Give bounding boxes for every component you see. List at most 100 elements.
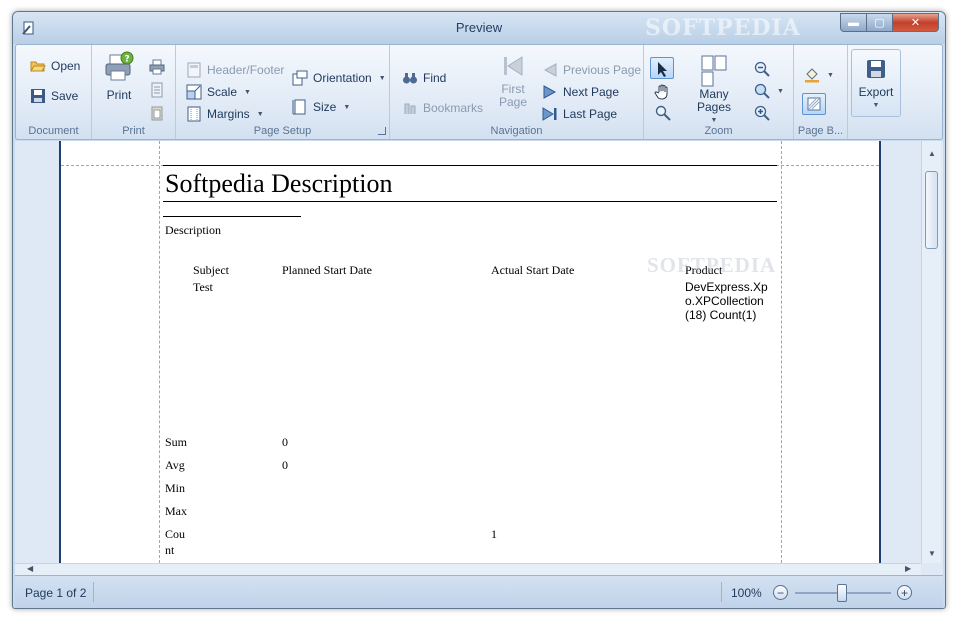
zoom-in-icon[interactable] [754, 105, 770, 121]
last-page-button[interactable]: Last Page [542, 106, 617, 122]
svg-text:?: ? [125, 55, 130, 65]
group-label-page-setup: Page Setup [253, 125, 312, 137]
vertical-scrollbar[interactable]: ▲ ▼ [921, 141, 941, 563]
group-zoom: Many Pages ▼ ▼ Zoom [644, 45, 794, 139]
group-label-print: Print [122, 125, 145, 137]
printer-icon: ? [105, 51, 134, 81]
next-page-button[interactable]: Next Page [542, 84, 619, 100]
horizontal-scrollbar[interactable]: ◀ ▶ [15, 563, 921, 575]
margins-button[interactable]: Margins ▼ [186, 106, 264, 122]
folder-open-icon [30, 61, 46, 72]
scroll-right-icon[interactable]: ▶ [905, 564, 911, 573]
print-button[interactable]: ? Print [100, 51, 138, 102]
summary-label-min: Min [165, 481, 186, 495]
watermark-button[interactable] [802, 93, 826, 115]
page-area[interactable]: Softpedia Description Description Subjec… [15, 141, 919, 563]
first-page-button[interactable]: First Page [496, 54, 530, 109]
find-label: Find [423, 71, 447, 85]
cell-product-line3: (18) Count(1) [685, 308, 757, 322]
window-title: Preview [455, 20, 503, 35]
group-label-navigation: Navigation [490, 125, 543, 137]
scroll-down-icon[interactable]: ▼ [928, 549, 936, 558]
chevron-down-icon: ▼ [244, 88, 251, 96]
summary-label-sum: Sum [165, 435, 188, 449]
column-header-actual-start: Actual Start Date [491, 263, 575, 277]
status-bar: Page 1 of 2 100% − + [15, 575, 943, 608]
close-button[interactable]: ✕ [893, 13, 939, 32]
chevron-down-icon: ▼ [343, 103, 351, 111]
previous-page-label: Previous Page [563, 63, 642, 77]
watermark-icon [807, 97, 821, 111]
chevron-down-icon: ▼ [777, 87, 784, 95]
many-pages-label: Many Pages [696, 87, 732, 114]
scale-label: Scale [207, 85, 238, 99]
summary-label-max: Max [165, 504, 187, 518]
summary-label-avg: Avg [165, 458, 185, 472]
page-setup-icon[interactable] [149, 82, 165, 98]
maximize-button[interactable]: ▢ [867, 13, 893, 32]
previous-page-button[interactable]: Previous Page [542, 62, 641, 78]
next-page-label: Next Page [563, 85, 620, 99]
zoom-out-button[interactable]: − [773, 585, 788, 600]
status-separator [721, 582, 722, 602]
group-label-zoom: Zoom [704, 125, 733, 137]
group-label-document: Document [28, 125, 79, 137]
report-title: Softpedia Description [165, 169, 393, 198]
hand-tool-icon[interactable] [654, 83, 672, 101]
zoom-level: 100% [731, 586, 762, 600]
open-label: Open [51, 59, 81, 73]
clipboard-icon[interactable] [149, 105, 165, 121]
title-bar[interactable]: Preview SOFTPEDIA ▬ ▢ ✕ [13, 12, 945, 44]
scale-button[interactable]: Scale ▼ [186, 84, 251, 100]
find-button[interactable]: Find [402, 70, 446, 86]
summary-label-count-line1: Cou [165, 527, 186, 541]
right-margin-guide [781, 141, 782, 563]
group-page-setup: Header/Footer Scale ▼ Margins ▼ Orientatio… [176, 45, 390, 139]
previous-arrow-icon [543, 63, 557, 77]
page-indicator: Page 1 of 2 [25, 586, 87, 600]
scroll-up-icon[interactable]: ▲ [928, 149, 936, 158]
scroll-left-icon[interactable]: ◀ [27, 564, 33, 573]
cell-product-line1: DevExpress.Xp [685, 280, 768, 294]
maximize-icon: ▢ [874, 17, 885, 29]
first-page-label-line2: Page [498, 95, 528, 109]
quick-print-icon[interactable] [149, 59, 165, 75]
zoom-in-button[interactable]: + [897, 585, 912, 600]
document-viewer[interactable]: Softpedia Description Description Subjec… [15, 141, 943, 575]
page-color-button[interactable]: ▼ [804, 67, 834, 83]
size-button[interactable]: Size ▼ [292, 99, 350, 115]
magnifier-tool-icon[interactable] [655, 105, 671, 121]
header-footer-button[interactable]: Header/Footer [186, 62, 284, 78]
zoom-dropdown-button[interactable]: ▼ [754, 83, 784, 99]
zoom-out-icon[interactable] [754, 61, 770, 77]
margins-icon [187, 106, 201, 122]
cell-subject: Test [193, 280, 213, 294]
pointer-tool-button[interactable] [650, 57, 674, 79]
group-label-page-background: Page B... [797, 125, 844, 137]
floppy-disk-icon [31, 89, 45, 103]
open-button[interactable]: Open [30, 58, 80, 74]
paint-bucket-icon [805, 68, 819, 83]
export-disk-icon [867, 60, 885, 78]
export-button[interactable]: Export ▼ [851, 49, 901, 117]
orientation-button[interactable]: Orientation ▼ [292, 70, 386, 86]
zoom-icon [754, 83, 770, 99]
many-pages-icon [701, 55, 727, 87]
column-header-planned-start: Planned Start Date [282, 263, 372, 277]
report-page: Softpedia Description Description Subjec… [61, 141, 879, 563]
preview-window: Preview SOFTPEDIA ▬ ▢ ✕ Open Save Docume… [12, 11, 946, 609]
next-arrow-icon [543, 85, 557, 99]
vertical-scroll-thumb[interactable] [925, 171, 938, 249]
header-footer-label: Header/Footer [207, 63, 285, 77]
column-header-subject: Subject [193, 263, 229, 277]
print-label: Print [106, 88, 132, 102]
minimize-button[interactable]: ▬ [840, 13, 867, 32]
title-rule-top [163, 165, 777, 166]
save-button[interactable]: Save [30, 88, 78, 104]
save-label: Save [51, 89, 79, 103]
zoom-slider-thumb[interactable] [837, 584, 847, 602]
many-pages-button[interactable]: Many Pages ▼ [682, 55, 746, 127]
bookmarks-button[interactable]: Bookmarks [402, 100, 483, 116]
size-label: Size [313, 100, 337, 114]
ribbon: Open Save Document ? Print Print Header/… [15, 44, 943, 140]
